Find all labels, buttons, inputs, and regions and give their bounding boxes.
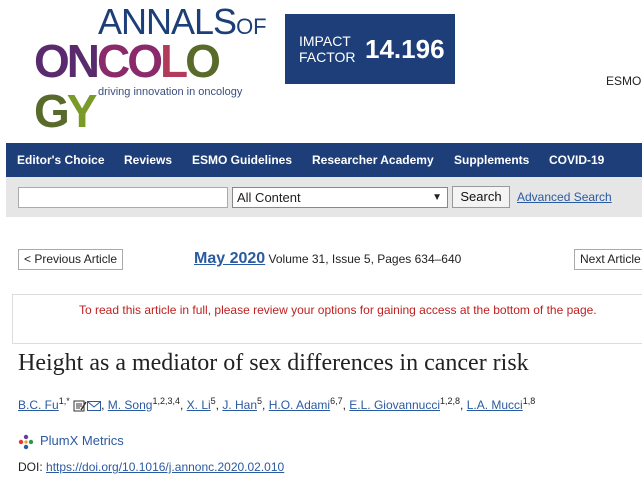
doi-link[interactable]: https://doi.org/10.1016/j.annonc.2020.02… — [46, 460, 284, 474]
logo-letter: L — [160, 35, 188, 87]
author-affiliation: 5 — [210, 396, 216, 406]
next-article-button[interactable]: Next Article — [574, 249, 642, 270]
author-link[interactable]: L.A. Mucci — [467, 398, 523, 412]
author-asterisk: * — [66, 396, 70, 406]
impact-label-line2: FACTOR — [299, 49, 356, 65]
logo-letter: O — [34, 35, 70, 87]
logo-tagline: driving innovation in oncology — [98, 86, 243, 98]
nav-reviews[interactable]: Reviews — [124, 143, 172, 177]
author-link[interactable]: M. Song — [108, 398, 153, 412]
author-affiliation: 1,8 — [522, 396, 536, 406]
previous-article-button[interactable]: < Previous Article — [18, 249, 124, 270]
impact-factor-value: 14.196 — [365, 34, 445, 64]
impact-factor-label: IMPACT FACTOR — [299, 33, 356, 65]
search-bar: All Content ▼ Search Advanced Search — [6, 177, 642, 217]
issue-info: May 2020 Volume 31, Issue 5, Pages 634–6… — [194, 249, 461, 269]
search-scope-select[interactable]: All Content ▼ — [232, 187, 448, 208]
plumx-icon — [18, 434, 34, 449]
author-affiliation: 5 — [257, 396, 263, 406]
author-link[interactable]: H.O. Adami — [269, 398, 330, 412]
plumx-metrics-link[interactable]: PlumX Metrics — [18, 433, 124, 450]
logo-letter: G — [34, 85, 70, 137]
issue-date-link[interactable]: May 2020 — [194, 250, 265, 267]
search-button[interactable]: Search — [452, 186, 510, 208]
author-link[interactable]: E.L. Giovannucci — [349, 398, 440, 412]
advanced-search-link[interactable]: Advanced Search — [517, 190, 612, 204]
logo-letter: C — [97, 35, 130, 87]
search-input[interactable] — [18, 187, 228, 208]
nav-editors-choice[interactable]: Editor's Choice — [17, 143, 105, 177]
logo-letter: N — [66, 35, 100, 87]
nav-supplements[interactable]: Supplements — [454, 143, 529, 177]
plumx-label: PlumX Metrics — [40, 433, 124, 448]
issue-detail: Volume 31, Issue 5, Pages 634–640 — [268, 252, 462, 266]
author-link[interactable]: B.C. Fu — [18, 398, 59, 412]
author-affiliation: 6,7 — [330, 396, 343, 406]
access-notice: To read this article in full, please rev… — [12, 294, 642, 344]
author-list: B.C. Fu1,* , M. Song1,2,3,4, X. Li5, J. … — [18, 396, 536, 413]
nav-researcher-academy[interactable]: Researcher Academy — [312, 143, 434, 177]
logo-letter: O — [185, 35, 221, 87]
main-nav: Editor's Choice Reviews ESMO Guidelines … — [6, 143, 642, 177]
article-title: Height as a mediator of sex differences … — [18, 350, 529, 376]
doi-line: DOI: https://doi.org/10.1016/j.annonc.20… — [18, 460, 284, 474]
esmo-link[interactable]: ESMO — [606, 74, 641, 88]
logo-letter: O — [127, 35, 163, 87]
author-link[interactable]: J. Han — [222, 398, 257, 412]
nav-esmo-guidelines[interactable]: ESMO Guidelines — [192, 143, 292, 177]
impact-label-line1: IMPACT — [299, 33, 351, 49]
doi-label: DOI: — [18, 460, 43, 474]
nav-covid-19[interactable]: COVID-19 — [549, 143, 604, 177]
author-affiliation: 1,2,3,4 — [152, 396, 180, 406]
impact-factor-badge[interactable]: IMPACT FACTOR 14.196 — [285, 14, 455, 84]
access-notice-text: To read this article in full, please rev… — [79, 303, 597, 317]
edit-icon[interactable] — [73, 400, 87, 412]
email-icon[interactable] — [87, 400, 102, 412]
search-scope-value: All Content — [237, 190, 301, 205]
author-affiliation: 1,2,8 — [439, 396, 461, 406]
dropdown-arrow-icon: ▼ — [432, 192, 442, 203]
author-link[interactable]: X. Li — [187, 398, 211, 412]
logo-letter: Y — [66, 85, 98, 137]
journal-logo[interactable]: ANNALSOF ONCOLOGY driving innovation in … — [34, 4, 267, 137]
